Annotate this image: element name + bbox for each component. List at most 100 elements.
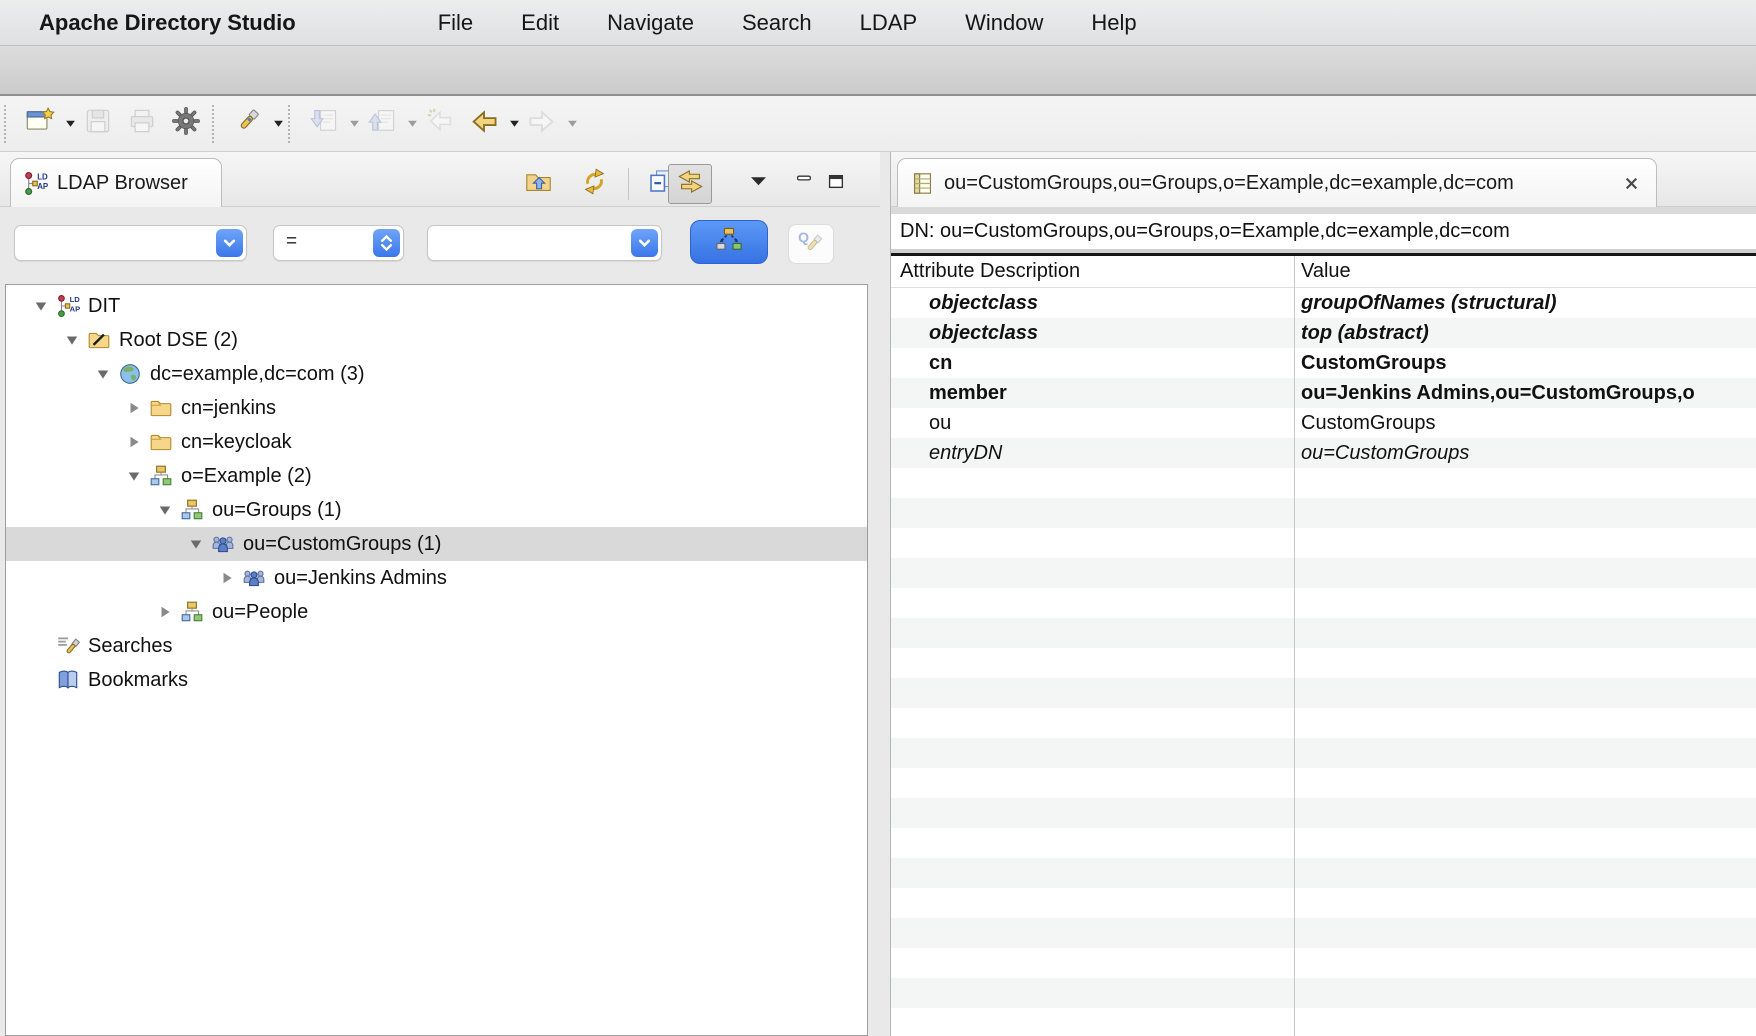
tree-expanded-arrow-icon[interactable] — [34, 299, 56, 313]
attribute-value-cell[interactable]: ou=CustomGroups — [1294, 438, 1756, 468]
attribute-name-cell[interactable]: cn — [891, 348, 1294, 378]
link-with-editor-button[interactable] — [668, 164, 712, 204]
menu-item-edit[interactable]: Edit — [497, 0, 583, 45]
quick-search-button[interactable]: Q — [788, 224, 834, 264]
attribute-value-cell[interactable]: ou=Jenkins Admins,ou=CustomGroups,o — [1294, 378, 1756, 408]
attribute-row[interactable]: cnCustomGroups — [891, 348, 1756, 378]
dn-bar: DN: ou=CustomGroups,ou=Groups,o=Example,… — [891, 214, 1756, 249]
tree-item-ou-groups-1[interactable]: ou=Groups (1) — [6, 493, 867, 527]
attribute-row[interactable]: memberou=Jenkins Admins,ou=CustomGroups,… — [891, 378, 1756, 408]
attribute-value-cell — [1294, 558, 1756, 588]
menu-item-ldap[interactable]: LDAP — [836, 0, 941, 45]
entry-editor-tab[interactable]: ou=CustomGroups,ou=Groups,o=Example,dc=e… — [897, 158, 1657, 207]
new-connection-dropdown-icon[interactable] — [65, 115, 76, 133]
tree-item-dit[interactable]: LDAPDIT — [6, 289, 867, 323]
attribute-name-cell — [891, 468, 1294, 498]
tree-collapsed-arrow-icon[interactable] — [158, 605, 180, 619]
attribute-name-cell[interactable]: objectclass — [891, 318, 1294, 348]
tree-collapsed-arrow-icon[interactable] — [127, 401, 149, 415]
back-button[interactable] — [464, 102, 504, 146]
tree-item-ou-people[interactable]: ou=People — [6, 595, 867, 629]
tree-item-root-dse-2[interactable]: Root DSE (2) — [6, 323, 867, 357]
attribute-row[interactable]: objectclasstop (abstract) — [891, 318, 1756, 348]
attribute-name-cell[interactable]: entryDN — [891, 438, 1294, 468]
column-header-attribute[interactable]: Attribute Description — [891, 256, 1294, 287]
preferences-button[interactable] — [166, 102, 206, 146]
attribute-row[interactable]: ouCustomGroups — [891, 408, 1756, 438]
stepper-icon[interactable] — [373, 229, 400, 257]
close-icon[interactable] — [1624, 173, 1644, 193]
attribute-name-cell — [891, 498, 1294, 528]
search-button[interactable] — [228, 102, 268, 146]
tree-expanded-arrow-icon[interactable] — [96, 367, 118, 381]
apply-filter-button[interactable] — [690, 220, 768, 264]
filter-value-select[interactable] — [427, 225, 662, 261]
attribute-value-cell[interactable]: CustomGroups — [1294, 348, 1756, 378]
attribute-value-cell[interactable]: CustomGroups — [1294, 408, 1756, 438]
menu-item-window[interactable]: Window — [941, 0, 1067, 45]
forward-button — [522, 102, 562, 146]
menu-item-help[interactable]: Help — [1067, 0, 1160, 45]
tree-item-bookmarks[interactable]: Bookmarks — [6, 663, 867, 697]
app-menu[interactable]: Apache Directory Studio — [39, 10, 296, 36]
attribute-value-cell — [1294, 888, 1756, 918]
view-menu-button[interactable] — [736, 164, 780, 204]
minimize-icon — [796, 173, 813, 195]
menu-item-navigate[interactable]: Navigate — [583, 0, 718, 45]
tree-collapsed-arrow-icon[interactable] — [220, 571, 242, 585]
tree-item-ou-customgroups-1[interactable]: ou=CustomGroups (1) — [6, 527, 867, 561]
tree-item-o-example-2[interactable]: o=Example (2) — [6, 459, 867, 493]
tree-item-label: DIT — [88, 295, 120, 318]
ldap-browser-tab[interactable]: LDAP LDAP Browser — [10, 158, 222, 207]
tree-item-cn-jenkins[interactable]: cn=jenkins — [6, 391, 867, 425]
chevron-down-icon[interactable] — [631, 229, 658, 257]
attribute-name-cell[interactable]: member — [891, 378, 1294, 408]
empty-row — [891, 678, 1756, 708]
tree-collapsed-arrow-icon[interactable] — [127, 435, 149, 449]
attribute-name-cell[interactable]: ou — [891, 408, 1294, 438]
searches-icon — [56, 634, 80, 658]
tree-item-label: ou=Groups (1) — [212, 499, 342, 522]
open-parent-button[interactable] — [516, 164, 560, 204]
bookmarks-icon — [56, 668, 80, 692]
quick-search-icon: Q — [797, 228, 825, 261]
attribute-name-cell — [891, 588, 1294, 618]
filter-operator-select[interactable]: = — [273, 225, 404, 261]
attribute-row[interactable]: entryDNou=CustomGroups — [891, 438, 1756, 468]
back-dropdown-icon[interactable] — [509, 115, 520, 133]
tree-expanded-arrow-icon[interactable] — [127, 469, 149, 483]
tree-item-label: cn=jenkins — [181, 397, 276, 420]
back-icon — [469, 106, 499, 141]
attribute-value-cell[interactable]: groupOfNames (structural) — [1294, 288, 1756, 318]
attribute-name-cell[interactable]: objectclass — [891, 288, 1294, 318]
refresh-button[interactable] — [572, 164, 616, 204]
filter-attribute-select[interactable] — [14, 225, 247, 261]
divider — [891, 207, 1756, 214]
menu-item-search[interactable]: Search — [718, 0, 836, 45]
tree-item-cn-keycloak[interactable]: cn=keycloak — [6, 425, 867, 459]
tree-expanded-arrow-icon[interactable] — [189, 537, 211, 551]
tree-expanded-arrow-icon[interactable] — [158, 503, 180, 517]
toolbar-separator — [4, 105, 10, 143]
column-header-value[interactable]: Value — [1294, 256, 1756, 287]
new-connection-icon — [25, 106, 55, 141]
window-title-bar[interactable]: LDAP - ou=CustomGroups,ou=Groups,o=Examp… — [0, 45, 1756, 96]
tree-item-ou-jenkins-admins[interactable]: ou=Jenkins Admins — [6, 561, 867, 595]
maximize-button[interactable] — [814, 164, 858, 204]
import-button — [304, 102, 344, 146]
chevron-down-icon[interactable] — [216, 229, 243, 257]
search-dropdown-icon[interactable] — [273, 115, 284, 133]
attribute-name-cell — [891, 978, 1294, 1008]
tree-item-searches[interactable]: Searches — [6, 629, 867, 663]
attribute-row[interactable]: objectclassgroupOfNames (structural) — [891, 288, 1756, 318]
tree-expanded-arrow-icon[interactable] — [65, 333, 87, 347]
ldap-tree[interactable]: LDAPDITRoot DSE (2)dc=example,dc=com (3)… — [5, 284, 868, 1036]
new-connection-button[interactable] — [20, 102, 60, 146]
save-button — [78, 102, 118, 146]
menu-bar: Apache Directory Studio FileEditNavigate… — [0, 0, 1756, 45]
attribute-value-cell[interactable]: top (abstract) — [1294, 318, 1756, 348]
menu-item-file[interactable]: File — [414, 0, 497, 45]
attribute-value-cell — [1294, 768, 1756, 798]
column-divider[interactable] — [1294, 256, 1295, 1036]
tree-item-dc-example-dc-com-3[interactable]: dc=example,dc=com (3) — [6, 357, 867, 391]
